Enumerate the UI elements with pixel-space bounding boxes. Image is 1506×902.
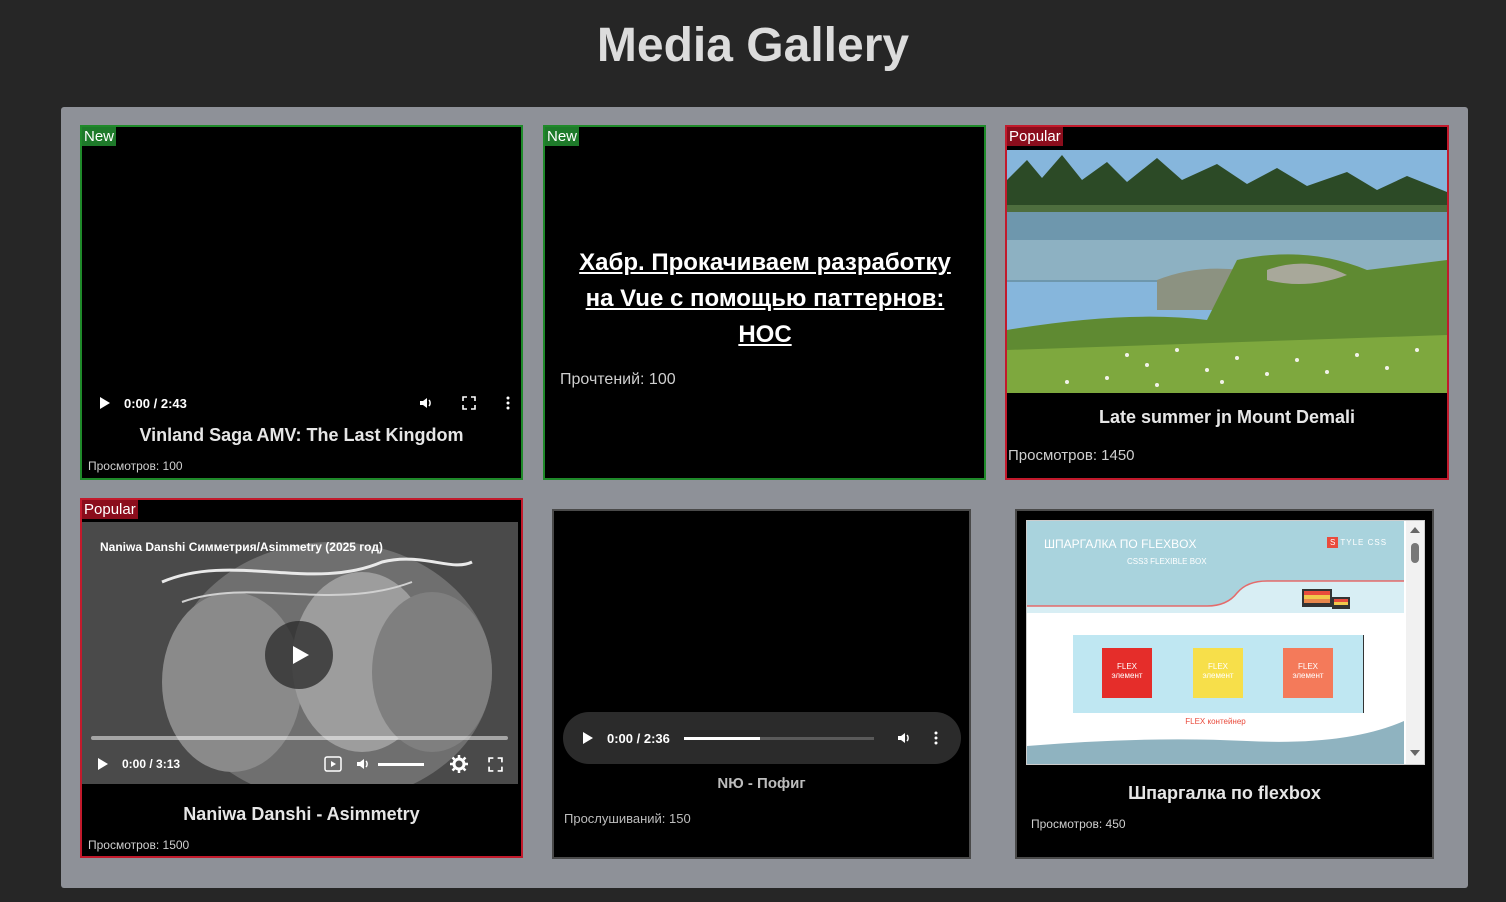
article-link[interactable]: Хабр. Прокачиваем разработку на Vue с по… — [565, 245, 965, 353]
media-card-youtube: Popular Naniwa Danshi Симметрия/Asimmetr… — [80, 498, 523, 858]
volume-icon[interactable] — [354, 756, 372, 772]
card-stat: Просмотров: 100 — [88, 459, 183, 473]
card-stat: Прочтений: 100 — [560, 371, 676, 388]
card-stat: Прослушиваний: 150 — [564, 811, 691, 826]
media-card-audio: 0:00 / 2:36 NЮ - Пофиг Прослушиваний: 15… — [552, 509, 971, 859]
page-title: Media Gallery — [596, 19, 910, 72]
picture-in-picture-icon[interactable] — [324, 756, 342, 772]
volume-icon[interactable] — [896, 730, 912, 746]
card-title: Шпаргалка по flexbox — [1128, 783, 1321, 803]
new-badge: New — [82, 127, 117, 146]
card-stat: Просмотров: 1450 — [1008, 447, 1135, 464]
flex-item: FLEX элемент — [1193, 648, 1243, 698]
flex-container-label: FLEX контейнер — [1185, 717, 1246, 726]
flex-item-label: FLEX — [1207, 662, 1228, 671]
play-icon[interactable] — [100, 397, 110, 409]
flexbox-embed[interactable]: ШПАРГАЛКА ПО FLEXBOX CSS3 FLEXIBLE BOX S… — [1026, 520, 1425, 765]
media-card-video: New 0:00 / 2:43 Vinland Saga AMV: The La… — [80, 125, 523, 480]
video-controls: 0:00 / 2:43 — [100, 393, 510, 413]
audio-controls: 0:00 / 2:36 — [583, 728, 943, 748]
audio-time: 0:00 / 2:36 — [607, 730, 670, 746]
audio-progress-track[interactable] — [683, 736, 874, 740]
card-title: Vinland Saga AMV: The Last Kingdom — [139, 425, 464, 445]
youtube-controls: 0:00 / 3:13 — [98, 754, 503, 774]
youtube-embed[interactable]: Naniwa Danshi Симметрия/Asimmetry (2025 … — [82, 522, 518, 784]
youtube-embed-title: Naniwa Danshi Симметрия/Asimmetry (2025 … — [100, 540, 383, 554]
card-title: Naniwa Danshi - Asimmetry — [183, 804, 420, 824]
play-icon — [293, 646, 309, 664]
flex-item-sublabel: элемент — [1111, 671, 1143, 680]
popular-badge: Popular — [1007, 127, 1063, 146]
media-card-article: New Хабр. Прокачиваем разработку на Vue … — [543, 125, 986, 480]
video-time: 0:00 / 3:13 — [122, 757, 181, 771]
youtube-progress-track[interactable] — [91, 736, 508, 740]
media-card-image: Popular Late summer jn Mount Demali Прос… — [1005, 125, 1449, 480]
card-title: Late summer jn Mount Demali — [1098, 407, 1356, 427]
scroll-up-arrow-icon[interactable] — [1410, 527, 1420, 533]
card-title: NЮ - Пофиг — [717, 775, 806, 792]
fullscreen-icon[interactable] — [462, 396, 476, 410]
flex-item-label: FLEX — [1297, 662, 1318, 671]
settings-icon[interactable] — [450, 755, 468, 773]
video-time: 0:00 / 2:43 — [124, 395, 187, 411]
play-icon[interactable] — [583, 732, 593, 744]
scrollbar-thumb[interactable] — [1411, 543, 1419, 563]
landscape-illustration — [1007, 150, 1447, 393]
fullscreen-icon[interactable] — [488, 756, 503, 772]
flex-item: FLEX элемент — [1102, 648, 1152, 698]
flex-item-sublabel: элемент — [1292, 671, 1324, 680]
gallery-container: New 0:00 / 2:43 Vinland Saga AMV: The La… — [61, 107, 1468, 888]
volume-slider[interactable] — [378, 762, 424, 766]
flex-item-label: FLEX — [1116, 662, 1137, 671]
landscape-image — [1007, 150, 1447, 393]
flex-item-sublabel: элемент — [1202, 671, 1234, 680]
flex-container-demo: FLEX элемент FLEX элемент FLEX элемент — [1073, 635, 1364, 713]
more-options-icon[interactable] — [934, 731, 938, 745]
scroll-down-arrow-icon[interactable] — [1410, 750, 1420, 756]
audio-player[interactable]: 0:00 / 2:36 — [563, 712, 961, 764]
embed-scrollbar[interactable] — [1406, 521, 1424, 764]
volume-icon[interactable] — [418, 395, 434, 411]
card-stat: Просмотров: 450 — [1031, 817, 1126, 831]
flex-item: FLEX элемент — [1283, 648, 1333, 698]
media-card-iframe: ШПАРГАЛКА ПО FLEXBOX CSS3 FLEXIBLE BOX S… — [1015, 509, 1434, 859]
youtube-play-button[interactable] — [265, 621, 333, 689]
audio-progress-fill — [683, 736, 760, 740]
card-stat: Просмотров: 1500 — [88, 838, 190, 852]
popular-badge: Popular — [82, 500, 138, 519]
new-badge: New — [545, 127, 580, 146]
more-options-icon[interactable] — [506, 396, 510, 410]
play-icon[interactable] — [98, 758, 108, 770]
